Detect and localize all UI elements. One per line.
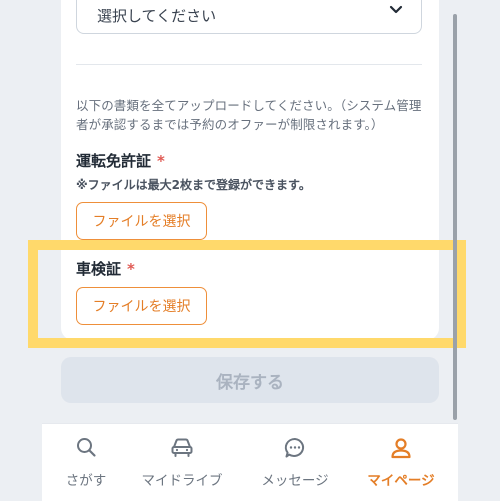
nav-item-my-page[interactable]: マイページ xyxy=(356,424,446,501)
file-limit-note: ※ファイルは最大2枚まで登録ができます。 xyxy=(76,178,311,192)
nav-item-messages[interactable]: メッセージ xyxy=(252,424,338,501)
scrollbar[interactable] xyxy=(453,14,457,420)
nav-label-messages: メッセージ xyxy=(261,473,329,489)
drivers-license-title: 運転免許証 * xyxy=(76,150,165,171)
required-mark: * xyxy=(157,152,165,170)
dropdown-value: 選択してください xyxy=(97,7,217,25)
nav-label-search: さがす xyxy=(65,473,107,489)
drivers-license-label: 運転免許証 xyxy=(76,152,152,170)
upload-instructions: 以下の書類を全てアップロードしてください。（システム管理者が承認するまでは予約の… xyxy=(76,98,422,132)
nav-label-my-drive: マイドライブ xyxy=(141,473,223,489)
nav-item-my-drive[interactable]: マイドライブ xyxy=(134,424,230,501)
nav-item-search[interactable]: さがす xyxy=(46,424,126,501)
search-icon xyxy=(77,438,96,457)
dropdown-select[interactable]: 選択してください xyxy=(76,0,422,34)
chat-bubble-icon xyxy=(284,437,305,458)
chevron-down-icon xyxy=(389,5,403,14)
car-icon xyxy=(171,438,193,457)
section-divider xyxy=(76,64,422,65)
save-button[interactable]: 保存する xyxy=(61,357,439,403)
drivers-license-file-button[interactable]: ファイルを選択 xyxy=(76,202,207,240)
bottom-nav: さがす マイドライブ メッセージ マイページ xyxy=(42,423,458,501)
highlight-box xyxy=(28,240,466,348)
nav-label-my-page: マイページ xyxy=(367,473,435,489)
user-icon xyxy=(391,438,411,459)
